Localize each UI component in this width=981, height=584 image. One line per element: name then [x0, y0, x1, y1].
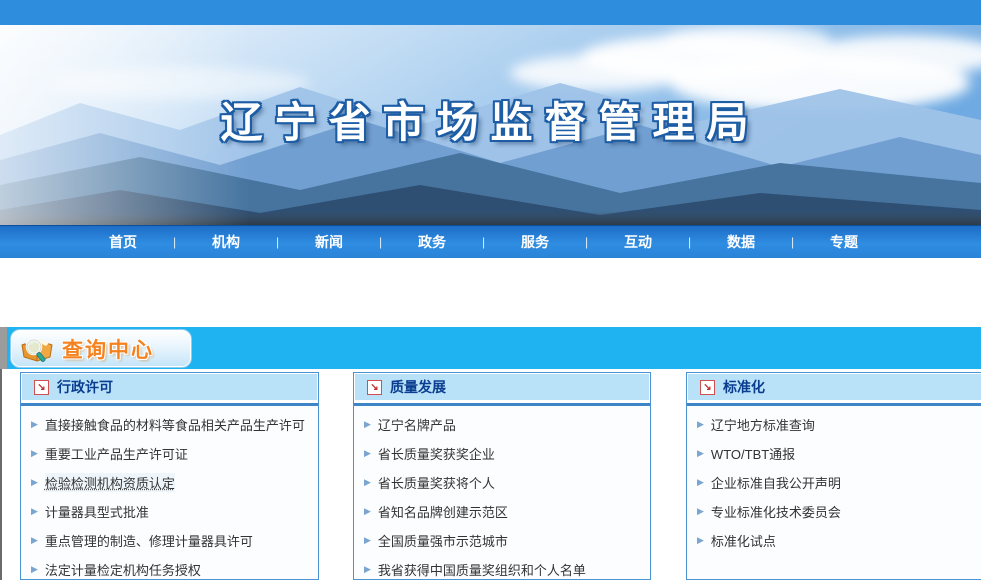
books-magnifier-icon: [19, 333, 55, 365]
panel-standardization: ↘ 标准化 ▶ 辽宁地方标准查询 ▶ WTO/TBT通报 ▶ 企业标准自我公开声明 ▶…: [686, 372, 981, 580]
nav-divider: |: [467, 235, 500, 249]
link-standardization-pilot[interactable]: 标准化试点: [711, 531, 776, 550]
list-item: ▶ WTO/TBT通报: [697, 439, 981, 468]
triangle-bullet-icon: ▶: [31, 448, 38, 459]
main-nav: 首页 | 机构 | 新闻 | 政务 | 服务 | 互动 | 数据 | 专题: [0, 225, 981, 258]
link-inspection-agency-qualification[interactable]: 检验检测机构资质认定: [45, 473, 175, 492]
triangle-bullet-icon: ▶: [697, 506, 704, 517]
nav-item-news[interactable]: 新闻: [294, 232, 364, 252]
panel-title: 标准化: [723, 377, 765, 397]
link-famous-brand-demo-zone[interactable]: 省知名品牌创建示范区: [378, 502, 508, 521]
nav-item-home[interactable]: 首页: [88, 232, 158, 252]
left-page-edge: [0, 369, 2, 580]
triangle-bullet-icon: ▶: [697, 477, 704, 488]
link-governor-quality-award-individuals[interactable]: 省长质量奖获将个人: [378, 473, 495, 492]
triangle-bullet-icon: ▶: [697, 535, 704, 546]
link-list: ▶ 辽宁名牌产品 ▶ 省长质量奖获奖企业 ▶ 省长质量奖获将个人 ▶ 省知名品牌创建示范…: [354, 406, 650, 584]
link-measuring-instrument-license[interactable]: 重点管理的制造、修理计量器具许可: [45, 531, 253, 550]
nav-item-special[interactable]: 专题: [809, 232, 879, 252]
panel-title: 质量发展: [390, 377, 446, 397]
panel-header: ↘ 标准化: [687, 373, 981, 401]
panel-header: ↘ 质量发展: [354, 373, 650, 401]
panel-header: ↘ 行政许可: [21, 373, 318, 401]
list-item: ▶ 专业标准化技术委员会: [697, 497, 981, 526]
list-item: ▶ 企业标准自我公开声明: [697, 468, 981, 497]
tab-query-center[interactable]: 查询中心: [10, 329, 192, 368]
nav-divider: |: [570, 235, 603, 249]
red-arrow-icon: ↘: [700, 380, 715, 395]
list-item: ▶ 省知名品牌创建示范区: [364, 497, 650, 526]
query-center-label: 查询中心: [62, 334, 154, 364]
nav-item-interact[interactable]: 互动: [603, 232, 673, 252]
list-item: ▶ 标准化试点: [697, 526, 981, 555]
panel-title: 行政许可: [57, 377, 113, 397]
link-list: ▶ 辽宁地方标准查询 ▶ WTO/TBT通报 ▶ 企业标准自我公开声明 ▶ 专业标准化技…: [687, 406, 981, 555]
link-wto-tbt-notification[interactable]: WTO/TBT通报: [711, 444, 795, 463]
triangle-bullet-icon: ▶: [364, 419, 371, 430]
triangle-bullet-icon: ▶: [31, 477, 38, 488]
list-item: ▶ 全国质量强市示范城市: [364, 526, 650, 555]
triangle-bullet-icon: ▶: [364, 477, 371, 488]
link-liaoning-famous-brand[interactable]: 辽宁名牌产品: [378, 415, 456, 434]
nav-divider: |: [364, 235, 397, 249]
red-arrow-icon: ↘: [34, 380, 49, 395]
list-item: ▶ 重点管理的制造、修理计量器具许可: [31, 526, 318, 555]
nav-item-data[interactable]: 数据: [706, 232, 776, 252]
triangle-bullet-icon: ▶: [31, 535, 38, 546]
site-title: 辽宁省市场监督管理局: [0, 89, 981, 150]
nav-item-gov[interactable]: 政务: [397, 232, 467, 252]
link-enterprise-standard-declaration[interactable]: 企业标准自我公开声明: [711, 473, 841, 492]
nav-item-org[interactable]: 机构: [191, 232, 261, 252]
link-national-quality-city[interactable]: 全国质量强市示范城市: [378, 531, 508, 550]
nav-divider: |: [673, 235, 706, 249]
link-industrial-product-license[interactable]: 重要工业产品生产许可证: [45, 444, 188, 463]
link-local-standard-query[interactable]: 辽宁地方标准查询: [711, 415, 815, 434]
list-item: ▶ 辽宁地方标准查询: [697, 410, 981, 439]
link-china-quality-award-list[interactable]: 我省获得中国质量奖组织和个人名单: [378, 560, 586, 579]
nav-divider: |: [158, 235, 191, 249]
triangle-bullet-icon: ▶: [31, 419, 38, 430]
triangle-bullet-icon: ▶: [364, 448, 371, 459]
nav-item-service[interactable]: 服务: [500, 232, 570, 252]
link-food-contact-materials[interactable]: 直接接触食品的材料等食品相关产品生产许可: [45, 415, 305, 434]
list-item: ▶ 检验检测机构资质认定: [31, 468, 318, 497]
nav-divider: |: [776, 235, 809, 249]
triangle-bullet-icon: ▶: [364, 535, 371, 546]
link-measuring-instrument-approval[interactable]: 计量器具型式批准: [45, 502, 149, 521]
link-governor-quality-award-enterprises[interactable]: 省长质量奖获奖企业: [378, 444, 495, 463]
list-item: ▶ 计量器具型式批准: [31, 497, 318, 526]
site-banner: 辽宁省市场监督管理局: [0, 25, 981, 225]
link-standardization-committee[interactable]: 专业标准化技术委员会: [711, 502, 841, 521]
list-item: ▶ 省长质量奖获将个人: [364, 468, 650, 497]
list-item: ▶ 省长质量奖获奖企业: [364, 439, 650, 468]
triangle-bullet-icon: ▶: [697, 419, 704, 430]
triangle-bullet-icon: ▶: [31, 506, 38, 517]
triangle-bullet-icon: ▶: [364, 506, 371, 517]
list-item: ▶ 辽宁名牌产品: [364, 410, 650, 439]
top-bar: [0, 0, 981, 25]
list-item: ▶ 重要工业产品生产许可证: [31, 439, 318, 468]
red-arrow-icon: ↘: [367, 380, 382, 395]
panel-quality-development: ↘ 质量发展 ▶ 辽宁名牌产品 ▶ 省长质量奖获奖企业 ▶ 省长质量奖获将个人 ▶ 省知…: [353, 372, 651, 580]
nav-divider: |: [261, 235, 294, 249]
link-list: ▶ 直接接触食品的材料等食品相关产品生产许可 ▶ 重要工业产品生产许可证 ▶ 检验检测…: [21, 406, 318, 584]
link-metrology-verification-authorization[interactable]: 法定计量检定机构任务授权: [45, 560, 201, 579]
triangle-bullet-icon: ▶: [31, 564, 38, 575]
left-gray-strip: [0, 327, 7, 369]
triangle-bullet-icon: ▶: [697, 448, 704, 459]
triangle-bullet-icon: ▶: [364, 564, 371, 575]
list-item: ▶ 直接接触食品的材料等食品相关产品生产许可: [31, 410, 318, 439]
panel-administrative-licensing: ↘ 行政许可 ▶ 直接接触食品的材料等食品相关产品生产许可 ▶ 重要工业产品生产许可…: [20, 372, 319, 580]
